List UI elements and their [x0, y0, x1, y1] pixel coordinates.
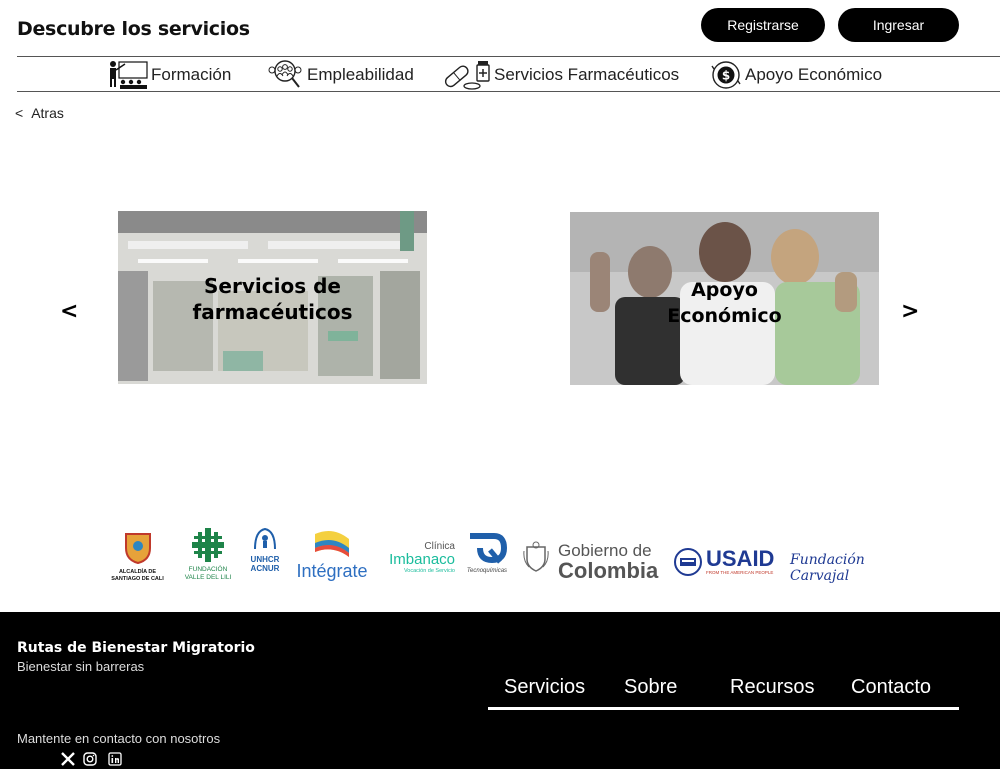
chevron-left-icon: < — [15, 105, 24, 121]
logo-escudo-colombia — [523, 541, 551, 577]
login-button[interactable]: Ingresar — [838, 8, 959, 42]
nav-item-farmaceuticos[interactable]: Servicios Farmacéuticos — [440, 57, 679, 93]
linkedin-icon[interactable] — [107, 751, 123, 767]
nav-label: Apoyo Económico — [745, 65, 883, 84]
flag-icon — [315, 530, 349, 557]
logo-alcaldia-cali: ALCALDÍA DE SANTIAGO DE CALI — [100, 531, 175, 583]
tq-icon — [470, 533, 508, 564]
footer-link-recursos[interactable]: Recursos — [730, 676, 814, 699]
pills-icon — [444, 61, 490, 90]
register-button[interactable]: Registrarse — [701, 8, 825, 42]
card-label: Servicios de farmacéuticos — [192, 274, 353, 324]
logo-integrate: Intégrate — [293, 529, 371, 581]
card-apoyo-economico[interactable]: Apoyo Económico — [570, 212, 879, 385]
card-label: Apoyo Económico — [667, 279, 782, 327]
footer-link-sobre[interactable]: Sobre — [624, 676, 677, 699]
nav-item-empleabilidad[interactable]: Empleabilidad — [265, 57, 414, 93]
back-label: Atras — [31, 105, 64, 121]
footer-title: Rutas de Bienestar Migratorio — [17, 640, 255, 656]
logo-tecnoquimicas: Tecnoquímicas — [459, 528, 515, 575]
shield-icon — [124, 533, 151, 565]
logo-unhcr-acnur: UNHCR ACNUR — [243, 527, 287, 573]
logo-valle-del-lili: FUNDACIÓN VALLE DEL LILI — [178, 528, 238, 582]
footer-link-servicios[interactable]: Servicios — [504, 676, 585, 699]
cross-icon — [192, 528, 224, 562]
logo-fundacion-carvajal: Fundación Carvajal — [790, 552, 865, 584]
logo-usaid-seal — [674, 548, 704, 580]
instagram-icon[interactable] — [82, 751, 98, 767]
card-servicios-farmaceuticos[interactable]: Servicios de farmacéuticos — [118, 211, 427, 384]
nav-item-formacion[interactable]: Formación — [107, 57, 231, 93]
logo-gobierno-colombia: Gobierno de Colombia — [558, 541, 659, 583]
usaid-seal-icon — [674, 548, 702, 576]
logo-clinica-imbanaco: Clínica Imbanaco Vocación de Servicio — [389, 541, 455, 574]
footer-link-contacto[interactable]: Contacto — [851, 676, 931, 699]
footer-contact-text: Mantente en contacto con nosotros — [17, 731, 221, 746]
nav-label: Servicios Farmacéuticos — [494, 65, 680, 84]
teacher-icon — [110, 61, 148, 89]
logo-usaid: USAID FROM THE AMERICAN PEOPLE — [706, 546, 775, 576]
header: Descubre los servicios Registrarse Ingre… — [0, 0, 1000, 56]
svg-text:$: $ — [722, 69, 730, 83]
page-title: Descubre los servicios — [17, 18, 250, 40]
nav-label: Formación — [151, 65, 232, 84]
back-link[interactable]: < Atras — [15, 105, 64, 121]
people-search-icon — [268, 60, 302, 88]
carousel-next-button[interactable]: > — [901, 299, 919, 324]
service-nav: Formación Empleabilidad Servicios Farmac… — [17, 56, 1000, 92]
carousel-prev-button[interactable]: < — [60, 299, 78, 324]
unhcr-emblem-icon — [254, 527, 276, 550]
coin-icon: $ — [711, 61, 741, 89]
footer: Rutas de Bienestar Migratorio Bienestar … — [0, 612, 1000, 769]
nav-item-apoyo[interactable]: $ Apoyo Económico — [709, 57, 882, 93]
nav-label: Empleabilidad — [307, 65, 414, 84]
footer-divider — [488, 707, 959, 710]
footer-subtitle: Bienestar sin barreras — [17, 659, 145, 674]
partner-logos: ALCALDÍA DE SANTIAGO DE CALI FUNDACIÓN V… — [100, 525, 920, 590]
x-icon[interactable] — [60, 751, 76, 767]
coat-of-arms-icon — [523, 541, 549, 572]
